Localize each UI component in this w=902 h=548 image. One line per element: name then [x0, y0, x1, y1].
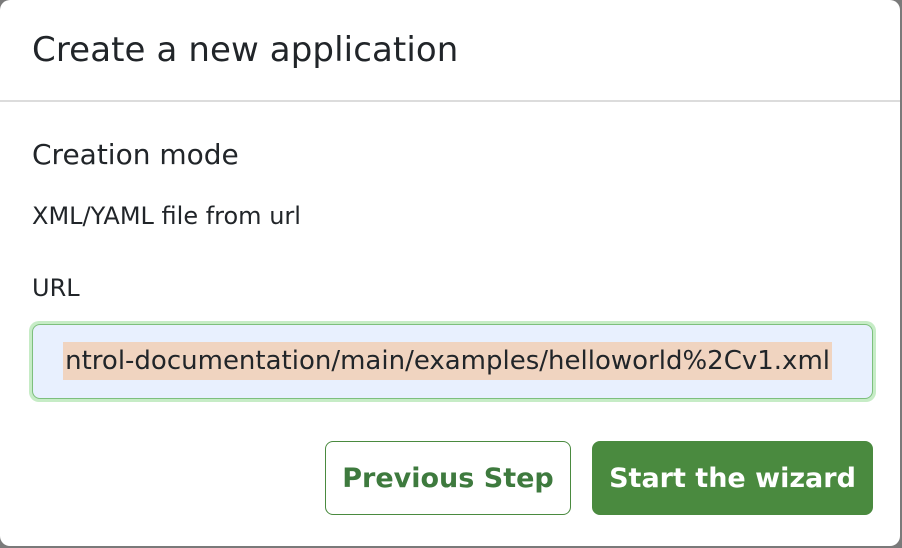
creation-mode-value: XML/YAML file from url [32, 202, 301, 230]
dialog-header: Create a new application [0, 0, 900, 102]
create-application-dialog: Create a new application Creation mode X… [0, 0, 900, 546]
url-field-focus-ring: ntrol-documentation/main/examples/hellow… [29, 321, 876, 402]
url-input-viewport: ntrol-documentation/main/examples/hellow… [53, 325, 852, 398]
creation-mode-heading: Creation mode [32, 138, 239, 171]
previous-step-button[interactable]: Previous Step [325, 441, 571, 515]
start-wizard-button[interactable]: Start the wizard [592, 441, 873, 515]
url-input[interactable]: ntrol-documentation/main/examples/hellow… [32, 324, 873, 399]
dialog-title: Create a new application [32, 30, 459, 70]
url-label: URL [32, 274, 80, 302]
url-input-value: ntrol-documentation/main/examples/hellow… [63, 342, 832, 380]
